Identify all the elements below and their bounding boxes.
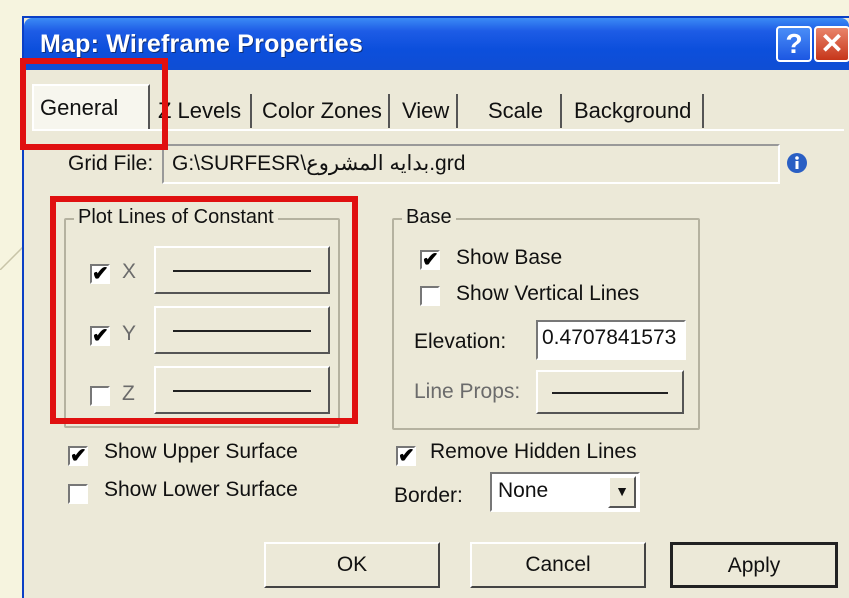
plot-lines-title: Plot Lines of Constant [74,206,278,229]
tab-strip: General Z Levels Color Zones View Scale … [24,78,849,130]
plot-z-label: Z [122,382,135,405]
plot-y-label: Y [122,322,137,345]
show-lower-surface-checkbox[interactable] [68,484,88,504]
grid-file-field[interactable]: G:\SURFESR\بدايه المشروع.grd [162,144,780,184]
cancel-button[interactable]: Cancel [470,542,646,588]
show-upper-surface-label: Show Upper Surface [104,440,298,463]
plot-y-checkbox[interactable]: ✔ [90,326,110,346]
tab-z-levels[interactable]: Z Levels [152,94,252,128]
info-icon[interactable] [786,152,808,174]
tab-view[interactable]: View [396,94,458,128]
ok-button[interactable]: OK [264,542,440,588]
line-props-label: Line Props: [414,380,521,403]
border-select-value: None [498,479,549,502]
remove-hidden-lines-label: Remove Hidden Lines [430,440,637,463]
plot-lines-group: Plot Lines of Constant ✔ X ✔ Y Z [64,206,340,428]
tab-background[interactable]: Background [568,94,704,128]
plot-z-line-button[interactable] [154,366,330,414]
plot-x-checkbox[interactable]: ✔ [90,264,110,284]
wireframe-properties-dialog: Map: Wireframe Properties ? ✕ General Z … [22,16,849,598]
show-base-label: Show Base [456,246,563,269]
grid-file-label: Grid File: [68,152,154,175]
show-lower-surface-label: Show Lower Surface [104,478,298,501]
remove-hidden-lines-checkbox[interactable]: ✔ [396,446,416,466]
close-button[interactable]: ✕ [814,26,849,62]
elevation-field[interactable]: 0.4707841573 [536,320,686,360]
plot-y-line-button[interactable] [154,306,330,354]
apply-button[interactable]: Apply [670,542,838,588]
elevation-label: Elevation: [414,330,507,353]
base-title: Base [402,206,456,229]
base-group: Base ✔ Show Base Show Vertical Lines Ele… [392,206,700,430]
show-base-checkbox[interactable]: ✔ [420,250,440,270]
tab-color-zones[interactable]: Color Zones [256,94,390,128]
border-label: Border: [394,484,463,507]
title-bar: Map: Wireframe Properties ? ✕ [24,18,849,70]
plot-x-label: X [122,260,137,283]
tab-general[interactable]: General [32,84,150,130]
show-vertical-lines-checkbox[interactable] [420,286,440,306]
plot-z-checkbox[interactable] [90,386,110,406]
base-line-props-button[interactable] [536,370,684,414]
show-upper-surface-checkbox[interactable]: ✔ [68,446,88,466]
help-button[interactable]: ? [776,26,812,62]
border-select[interactable]: None ▼ [490,472,640,512]
plot-x-line-button[interactable] [154,246,330,294]
tab-panel-border [32,129,844,131]
window-title: Map: Wireframe Properties [40,30,363,58]
show-vertical-lines-label: Show Vertical Lines [456,282,640,305]
chevron-down-icon[interactable]: ▼ [608,476,636,508]
tab-scale[interactable]: Scale [482,94,562,128]
